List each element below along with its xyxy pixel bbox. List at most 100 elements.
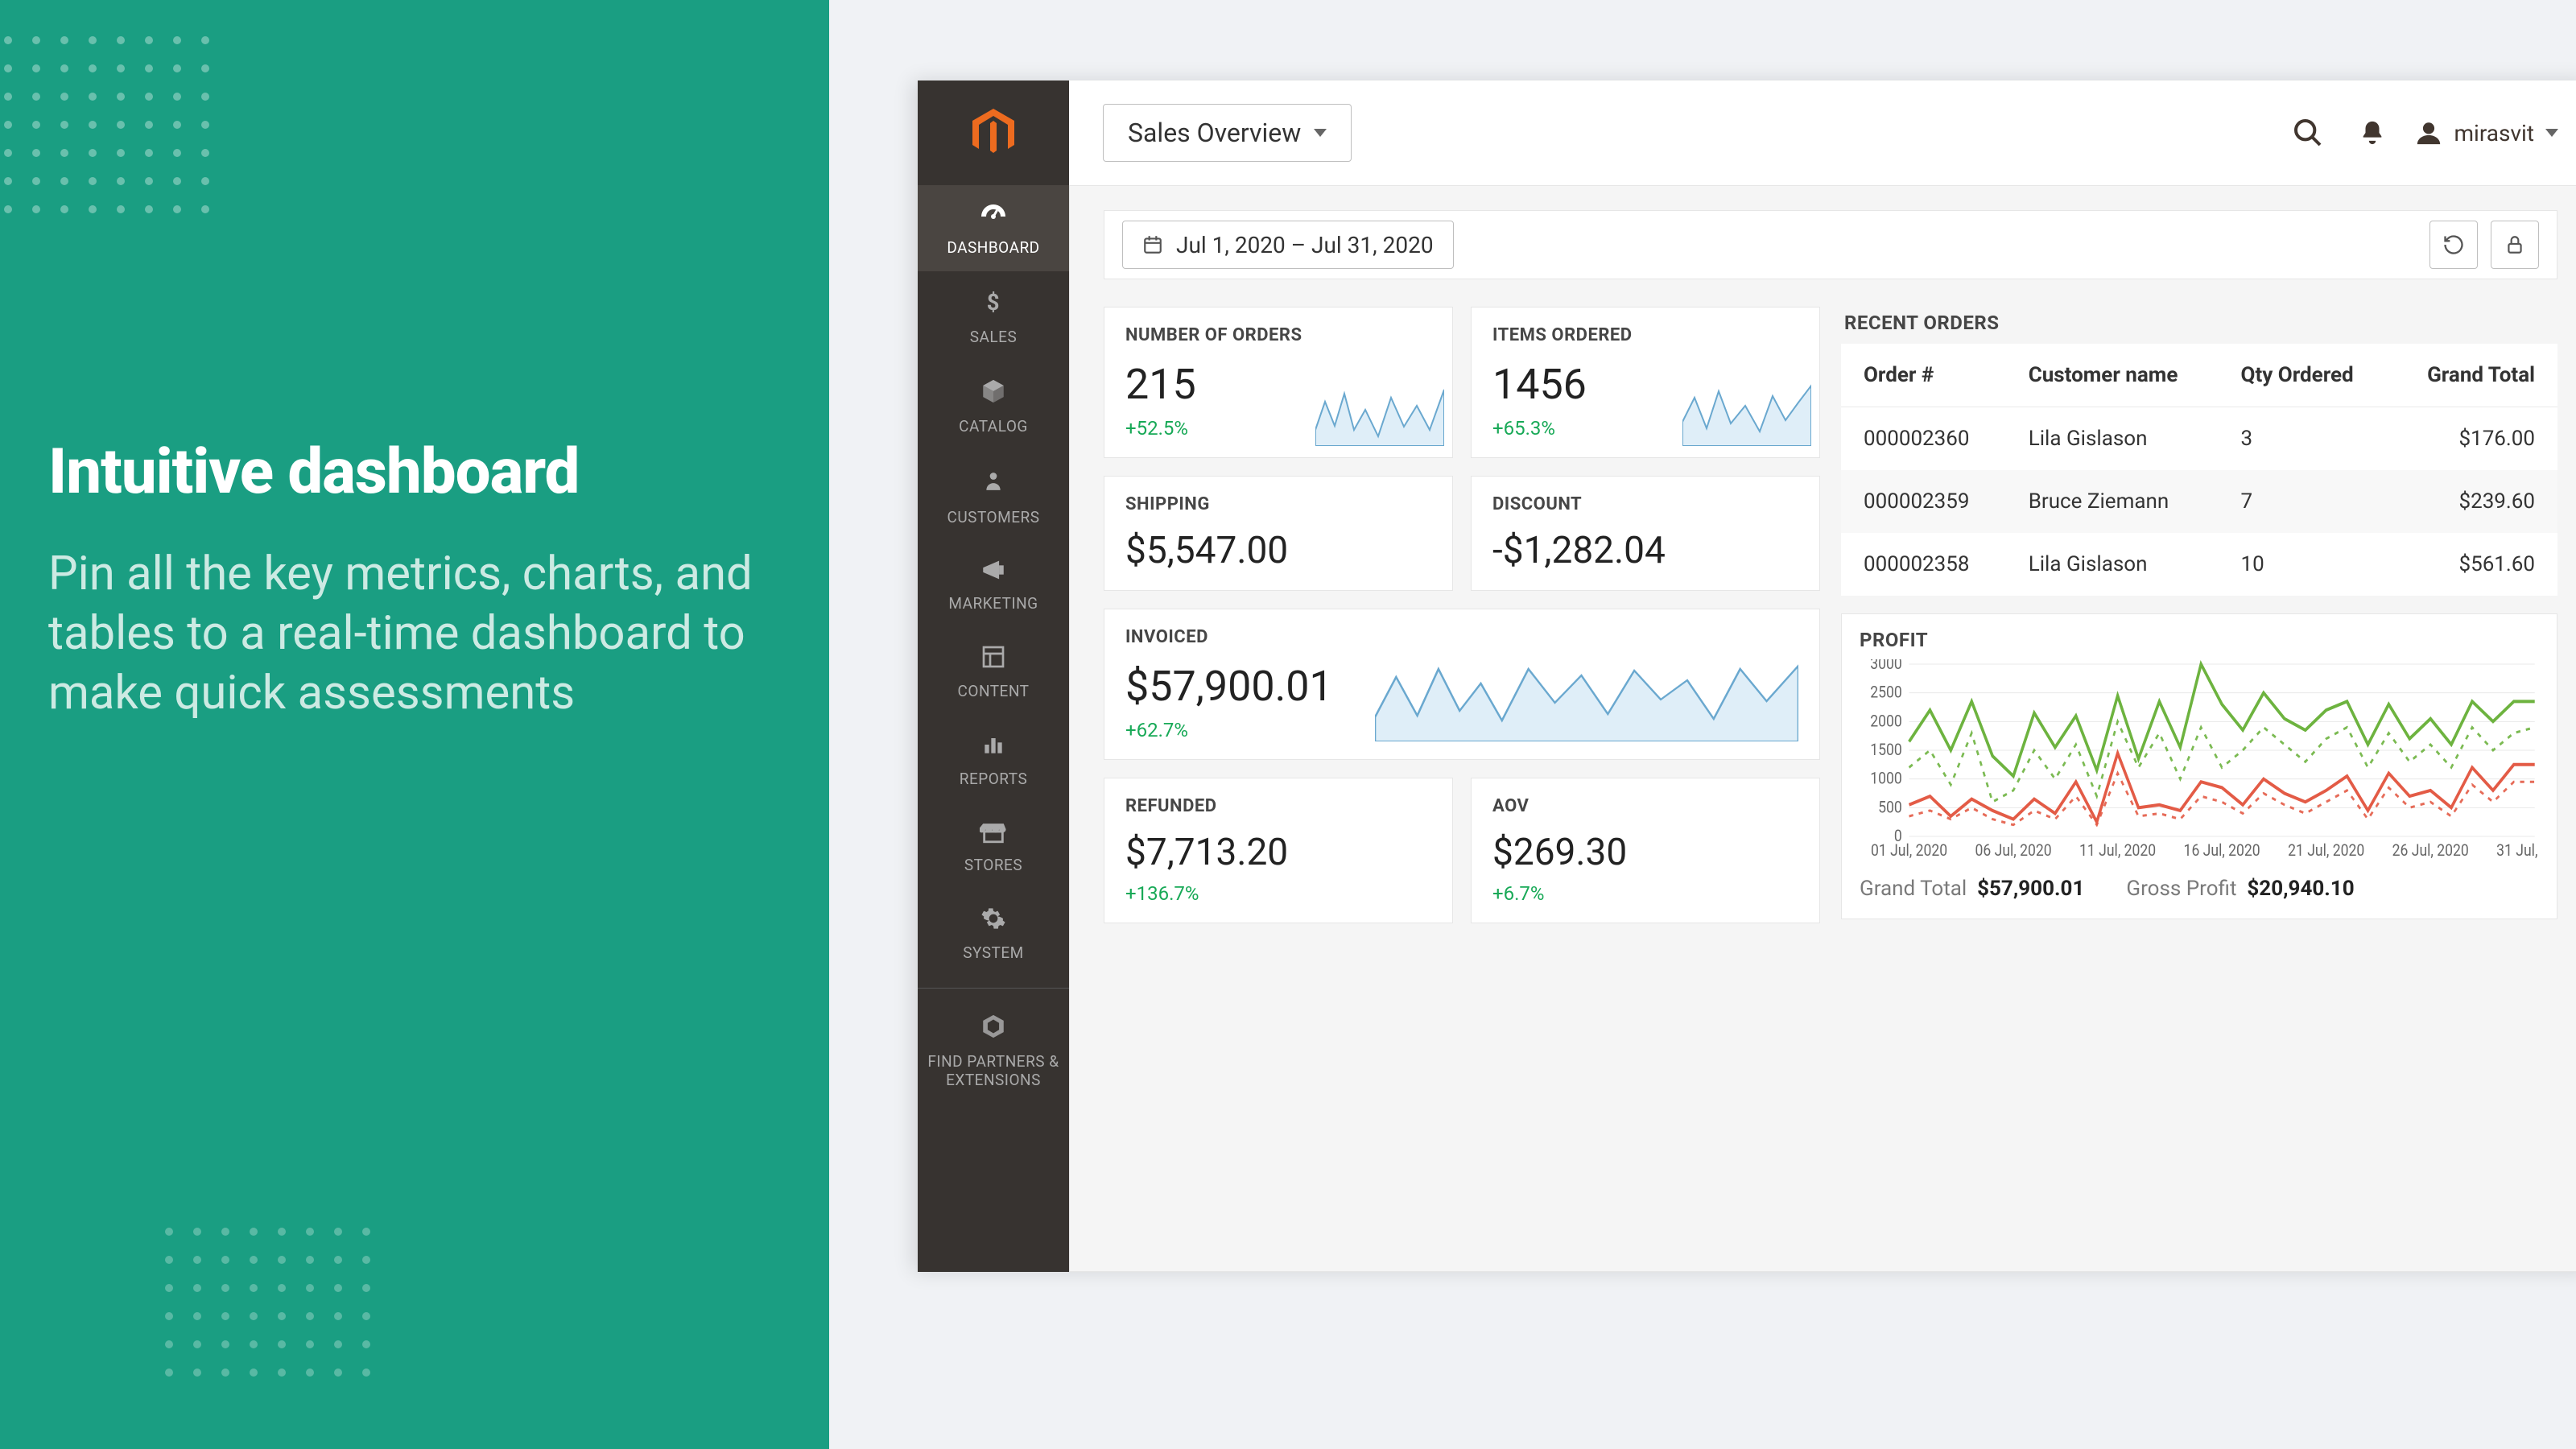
cell-qty: 10	[2219, 533, 2391, 596]
promo-panel: Intuitive dashboard Pin all the key metr…	[0, 0, 829, 1449]
kpi-delta: +136.7%	[1125, 882, 1431, 905]
col-customer[interactable]: Customer name	[2006, 344, 2219, 407]
table-row[interactable]: 000002359Bruce Ziemann7$239.60	[1841, 470, 2557, 533]
svg-text:1000: 1000	[1870, 770, 1902, 788]
decorative-dots-bottom	[161, 1224, 419, 1449]
kpi-value: $57,900.01	[1125, 662, 1343, 711]
catalog-icon	[980, 378, 1007, 409]
col-order[interactable]: Order #	[1841, 344, 2006, 407]
chevron-down-icon	[2545, 129, 2558, 137]
kpi-label: SHIPPING	[1125, 494, 1431, 514]
lock-button[interactable]	[2491, 221, 2539, 269]
sidebar-item-customers[interactable]: CUSTOMERS	[918, 450, 1069, 541]
svg-text:31 Jul, 2020: 31 Jul, 2020	[2496, 841, 2539, 860]
kpi-value: $5,547.00	[1125, 529, 1431, 572]
summary-value: $57,900.01	[1977, 877, 2084, 901]
svg-text:21 Jul, 2020: 21 Jul, 2020	[2288, 841, 2364, 860]
chevron-down-icon	[1314, 129, 1327, 137]
sidebar-item-label: SYSTEM	[963, 943, 1024, 962]
summary-value: $20,940.10	[2247, 877, 2354, 901]
sidebar-item-system[interactable]: SYSTEM	[918, 889, 1069, 976]
col-qty[interactable]: Qty Ordered	[2219, 344, 2391, 407]
promo-title: Intuitive dashboard	[48, 440, 773, 506]
sidebar-item-sales[interactable]: $ SALES	[918, 271, 1069, 361]
table-row[interactable]: 000002360Lila Gislason3$176.00	[1841, 407, 2557, 471]
kpi-value: $7,713.20	[1125, 831, 1431, 874]
cell-total: $561.60	[2391, 533, 2557, 596]
cell-order-id: 000002359	[1841, 470, 2006, 533]
kpi-items-ordered: ITEMS ORDERED 1456 +65.3%	[1471, 307, 1820, 458]
recent-orders-panel: RECENT ORDERS Order # Customer name Qty …	[1841, 307, 2557, 596]
svg-text:2000: 2000	[1870, 712, 1902, 730]
dashboard-grid: NUMBER OF ORDERS 215 +52.5% ITEMS ORDERE…	[1104, 307, 2557, 923]
lock-icon	[2504, 234, 2525, 255]
svg-text:$: $	[987, 289, 1000, 316]
sidebar-item-label: CATALOG	[959, 417, 1028, 436]
sidebar-item-dashboard[interactable]: DASHBOARD	[918, 185, 1069, 271]
cell-total: $176.00	[2391, 407, 2557, 471]
svg-text:26 Jul, 2020: 26 Jul, 2020	[2392, 841, 2469, 860]
cell-total: $239.60	[2391, 470, 2557, 533]
sparkline	[1375, 645, 1798, 741]
content-icon	[980, 644, 1006, 674]
table-row[interactable]: 000002358Lila Gislason10$561.60	[1841, 533, 2557, 596]
kpi-label: NUMBER OF ORDERS	[1125, 325, 1431, 345]
cell-customer: Lila Gislason	[2006, 533, 2219, 596]
kpi-shipping: SHIPPING $5,547.00	[1104, 476, 1453, 591]
stores-icon	[980, 819, 1007, 848]
chart-summary: Grand Total $57,900.01 Gross Profit $20,…	[1860, 877, 2539, 901]
app-stage: DASHBOARD $ SALES CATALOG CUSTOMERS MARKETING…	[829, 0, 2576, 1449]
page-switcher[interactable]: Sales Overview	[1103, 104, 1352, 162]
admin-main: Sales Overview mirasvit	[1069, 80, 2576, 1272]
kpi-number-of-orders: NUMBER OF ORDERS 215 +52.5%	[1104, 307, 1453, 458]
date-range-button[interactable]: Jul 1, 2020 – Jul 31, 2020	[1122, 221, 1454, 269]
notifications-icon[interactable]	[2351, 111, 2394, 155]
svg-text:1500: 1500	[1870, 741, 1902, 759]
sidebar-item-content[interactable]: CONTENT	[918, 627, 1069, 715]
sidebar-item-label: MARKETING	[948, 594, 1038, 613]
col-total[interactable]: Grand Total	[2391, 344, 2557, 407]
recent-orders-table: Order # Customer name Qty Ordered Grand …	[1841, 344, 2557, 596]
reports-icon	[980, 732, 1006, 762]
sidebar-item-reports[interactable]: REPORTS	[918, 715, 1069, 803]
work-zone: Jul 1, 2020 – Jul 31, 2020	[1069, 185, 2576, 1272]
sidebar-item-label: CONTENT	[958, 682, 1030, 700]
kpi-discount: DISCOUNT -$1,282.04	[1471, 476, 1820, 591]
kpi-refunded: REFUNDED $7,713.20 +136.7%	[1104, 778, 1453, 923]
sidebar-item-marketing[interactable]: MARKETING	[918, 541, 1069, 627]
refresh-icon	[2442, 233, 2465, 256]
svg-text:06 Jul, 2020: 06 Jul, 2020	[1975, 841, 2052, 860]
sidebar-item-catalog[interactable]: CATALOG	[918, 361, 1069, 450]
admin-app: DASHBOARD $ SALES CATALOG CUSTOMERS MARKETING…	[918, 80, 2576, 1272]
magento-logo	[918, 80, 1069, 185]
sidebar-item-label: FIND PARTNERS & EXTENSIONS	[921, 1052, 1066, 1089]
svg-text:16 Jul, 2020: 16 Jul, 2020	[2184, 841, 2260, 860]
user-menu[interactable]: mirasvit	[2415, 119, 2558, 147]
system-icon	[980, 906, 1006, 935]
page-switcher-label: Sales Overview	[1128, 118, 1301, 148]
partners-icon	[980, 1013, 1007, 1044]
svg-text:11 Jul, 2020: 11 Jul, 2020	[2079, 841, 2156, 860]
sidebar-item-stores[interactable]: STORES	[918, 803, 1069, 889]
date-range-label: Jul 1, 2020 – Jul 31, 2020	[1176, 232, 1434, 258]
sparkline	[1315, 374, 1444, 446]
search-icon[interactable]	[2286, 111, 2330, 155]
dashboard-toolbar: Jul 1, 2020 – Jul 31, 2020	[1104, 210, 2557, 279]
sidebar-item-label: SALES	[970, 328, 1018, 346]
chart-title: PROFIT	[1860, 629, 2539, 651]
kpi-value: -$1,282.04	[1492, 529, 1798, 572]
kpi-delta: +62.7%	[1125, 719, 1343, 741]
refresh-button[interactable]	[2429, 221, 2478, 269]
user-icon	[2415, 119, 2442, 147]
marketing-icon	[980, 558, 1007, 586]
sidebar-item-label: REPORTS	[960, 770, 1028, 788]
cell-customer: Bruce Ziemann	[2006, 470, 2219, 533]
cell-customer: Lila Gislason	[2006, 407, 2219, 471]
sidebar-item-partners[interactable]: FIND PARTNERS & EXTENSIONS	[918, 988, 1069, 1104]
decorative-dots-top	[0, 32, 258, 274]
svg-text:2500: 2500	[1870, 683, 1902, 702]
sales-icon: $	[981, 288, 1005, 320]
svg-text:01 Jul, 2020: 01 Jul, 2020	[1871, 841, 1947, 860]
kpi-label: DISCOUNT	[1492, 494, 1798, 514]
customers-icon	[983, 467, 1004, 500]
